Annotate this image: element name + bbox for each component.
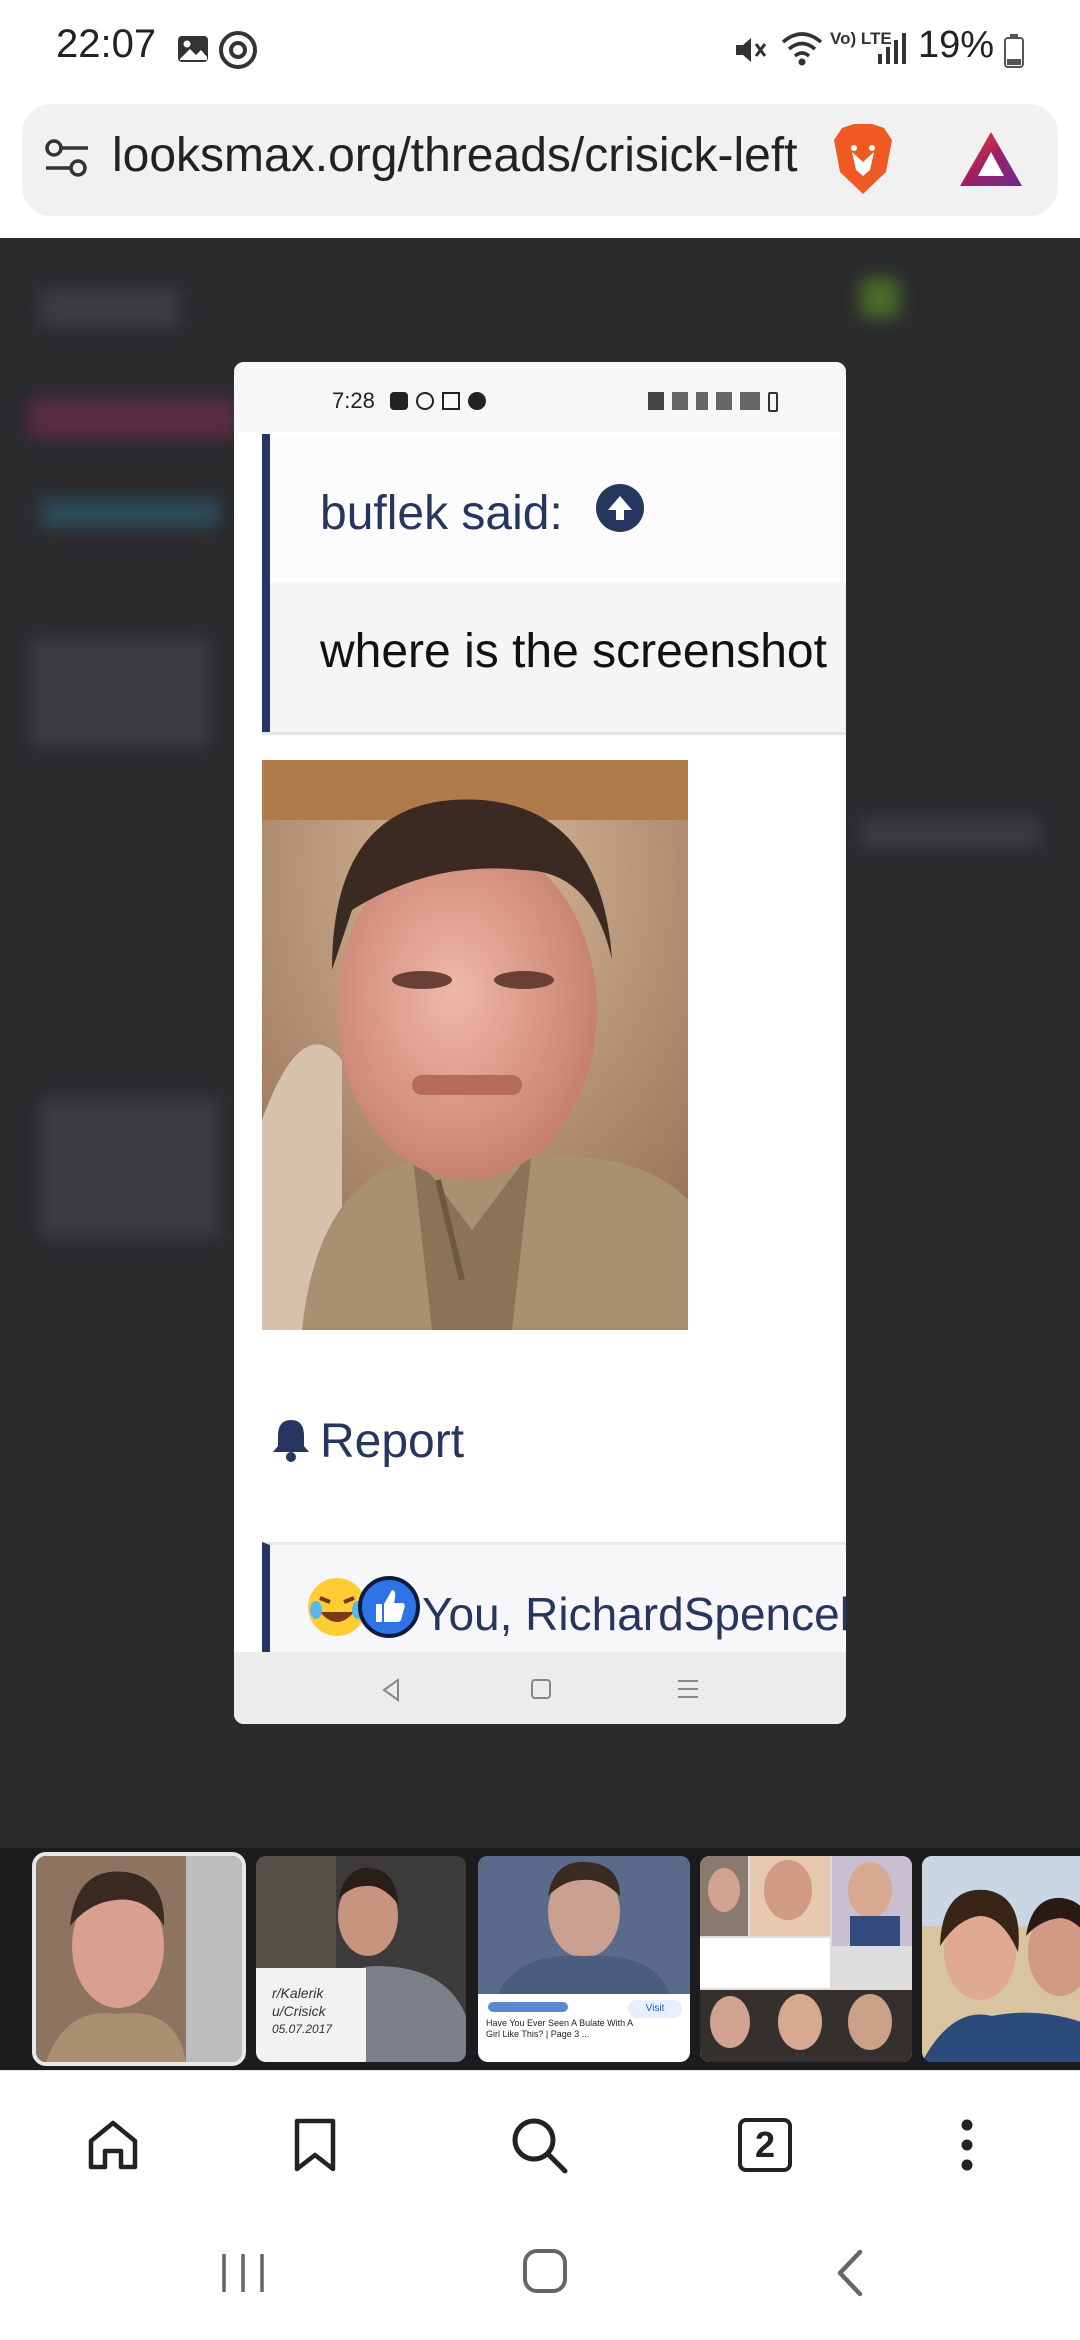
card-system-icons	[648, 392, 778, 412]
site-settings-icon[interactable]	[44, 138, 90, 183]
report-link[interactable]: Report	[270, 1414, 464, 1469]
result-thumbnail-4[interactable]	[700, 1856, 912, 2062]
result-thumbnail-3[interactable]: Have You Ever Seen A Bulate With A Girl …	[478, 1856, 690, 2062]
card-back-icon	[380, 1678, 402, 1707]
quote-text: where is the screenshot	[320, 625, 827, 678]
jump-to-post-icon[interactable]	[596, 484, 644, 532]
note-line-3: 05.07.2017	[272, 2022, 333, 2036]
at-sign-icon	[218, 30, 258, 75]
home-icon	[88, 2120, 138, 2170]
more-vert-icon	[961, 2119, 973, 2171]
gallery-icon	[176, 32, 210, 71]
home-square-icon	[523, 2249, 567, 2293]
signal-icon	[876, 30, 908, 71]
more-menu-button[interactable]	[932, 2110, 1002, 2180]
tabs-count: 2	[754, 2124, 776, 2165]
status-time: 22:07	[56, 22, 157, 66]
battery-percent: 19%	[918, 24, 995, 66]
search-icon	[512, 2118, 568, 2174]
search-button[interactable]	[504, 2110, 574, 2180]
home-button[interactable]	[78, 2110, 148, 2180]
mute-icon	[732, 32, 768, 73]
wifi-icon	[780, 30, 824, 73]
ad-title: Have You Ever Seen A Bulate With A Girl …	[486, 2018, 633, 2039]
quote-author[interactable]: buflek said:	[320, 486, 563, 541]
report-label: Report	[320, 1415, 465, 1468]
note-line-1: r/Kalerik	[272, 1985, 324, 2001]
divider	[262, 732, 846, 735]
reactions-text[interactable]: You, RichardSpencel	[422, 1587, 846, 1641]
card-menu-icon	[676, 1678, 700, 1705]
url-text[interactable]: looksmax.org/threads/crisick-left	[112, 128, 812, 183]
tabs-icon: 2	[738, 2118, 792, 2172]
bookmarks-button[interactable]	[280, 2110, 350, 2180]
back-chevron-icon	[837, 2249, 863, 2297]
brave-shields-icon[interactable]	[832, 122, 894, 201]
bookmark-icon	[294, 2118, 336, 2172]
result-thumbnail-2[interactable]: r/Kalerik u/Crisick 05.07.2017	[256, 1856, 466, 2062]
tabs-button[interactable]: 2	[730, 2110, 800, 2180]
handwritten-note: r/Kalerik u/Crisick 05.07.2017	[272, 1984, 362, 2038]
note-line-2: u/Crisick	[272, 2003, 326, 2019]
battery-icon	[1004, 34, 1024, 73]
result-thumbnail-1[interactable]	[32, 1852, 246, 2066]
back-nav-button[interactable]	[832, 2248, 866, 2303]
screenshot-preview-card[interactable]: 7:28 buflek said: where is the screensho…	[234, 362, 846, 1724]
like-emoji-icon	[358, 1576, 420, 1643]
brave-rewards-icon[interactable]	[958, 130, 1024, 193]
recents-icon	[222, 2254, 264, 2292]
card-notification-icons	[390, 392, 486, 410]
source-badge	[488, 2002, 568, 2012]
recent-apps-button[interactable]	[218, 2250, 268, 2301]
home-nav-button[interactable]	[520, 2246, 570, 2301]
card-status-time: 7:28	[332, 388, 375, 413]
bell-icon	[270, 1416, 312, 1467]
card-home-icon	[530, 1678, 552, 1705]
visit-button[interactable]: Visit	[628, 2000, 682, 2018]
attached-photo[interactable]	[262, 760, 688, 1330]
result-thumbnail-5[interactable]	[922, 1856, 1080, 2062]
